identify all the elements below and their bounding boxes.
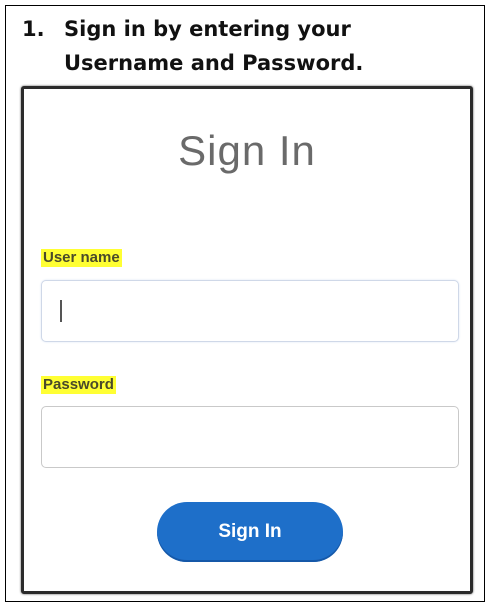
instruction-line-1: Sign in by entering your [64, 17, 351, 41]
sign-in-title: Sign In [178, 127, 316, 174]
text-cursor [60, 300, 62, 322]
sign-in-button[interactable]: Sign In [157, 502, 343, 562]
username-input[interactable] [41, 280, 459, 342]
sign-in-card: Sign In User name Password Sign In [21, 86, 473, 594]
password-label: Password [41, 376, 116, 394]
password-input[interactable] [41, 406, 459, 468]
username-label: User name [41, 249, 122, 267]
instruction-line-2: Username and Password. [64, 51, 364, 75]
step-number: 1. [22, 17, 45, 41]
